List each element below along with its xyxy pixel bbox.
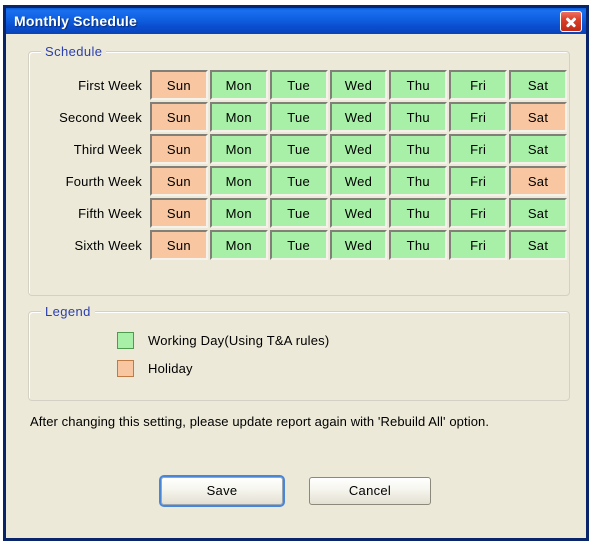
day-cell-wed-week-3[interactable]: Wed bbox=[329, 134, 388, 164]
table-row: Fourth Week Sun Mon Tue Wed Thu Fri Sat bbox=[31, 166, 567, 196]
cancel-button[interactable]: Cancel bbox=[309, 477, 431, 505]
day-cell-sat-week-5[interactable]: Sat bbox=[509, 198, 567, 228]
day-cell-wed-week-4[interactable]: Wed bbox=[329, 166, 388, 196]
day-cell-wed-week-2[interactable]: Wed bbox=[329, 102, 388, 132]
day-cell-thu-week-1[interactable]: Thu bbox=[389, 70, 448, 100]
legend-group-label: Legend bbox=[41, 304, 95, 319]
week-label: First Week bbox=[78, 77, 142, 93]
save-button[interactable]: Save bbox=[159, 475, 285, 507]
day-cell-wed-week-5[interactable]: Wed bbox=[329, 198, 388, 228]
close-icon[interactable] bbox=[560, 10, 582, 32]
schedule-grid: First Week Sun Mon Tue Wed Thu Fri Sat Second We… bbox=[29, 68, 569, 262]
legend-label-working-day: Working Day(Using T&A rules) bbox=[148, 333, 330, 348]
day-cell-thu-week-2[interactable]: Thu bbox=[389, 102, 448, 132]
day-cell-mon-week-6[interactable]: Mon bbox=[209, 230, 268, 260]
day-cell-thu-week-3[interactable]: Thu bbox=[389, 134, 448, 164]
day-cell-sun-week-2[interactable]: Sun bbox=[150, 102, 208, 132]
day-cell-thu-week-4[interactable]: Thu bbox=[389, 166, 448, 196]
table-row: First Week Sun Mon Tue Wed Thu Fri Sat bbox=[31, 70, 567, 100]
day-cell-fri-week-6[interactable]: Fri bbox=[449, 230, 508, 260]
day-cell-sun-week-5[interactable]: Sun bbox=[150, 198, 208, 228]
day-cell-sun-week-1[interactable]: Sun bbox=[150, 70, 208, 100]
day-cell-tue-week-3[interactable]: Tue bbox=[269, 134, 328, 164]
dialog-title: Monthly Schedule bbox=[14, 13, 137, 29]
day-cell-fri-week-2[interactable]: Fri bbox=[449, 102, 508, 132]
week-label: Fifth Week bbox=[78, 205, 142, 221]
day-cell-fri-week-4[interactable]: Fri bbox=[449, 166, 508, 196]
schedule-groupbox: Schedule First Week Sun Mon Tue Wed Thu Fri Sat… bbox=[28, 44, 570, 296]
day-cell-tue-week-2[interactable]: Tue bbox=[269, 102, 328, 132]
day-cell-tue-week-4[interactable]: Tue bbox=[269, 166, 328, 196]
legend-swatch-working-day bbox=[117, 332, 134, 349]
day-cell-tue-week-1[interactable]: Tue bbox=[269, 70, 328, 100]
day-cell-sat-week-4[interactable]: Sat bbox=[509, 166, 567, 196]
day-cell-fri-week-3[interactable]: Fri bbox=[449, 134, 508, 164]
rebuild-note: After changing this setting, please upda… bbox=[30, 414, 490, 429]
day-cell-mon-week-5[interactable]: Mon bbox=[209, 198, 268, 228]
week-label: Sixth Week bbox=[74, 237, 142, 253]
week-label: Second Week bbox=[59, 109, 142, 125]
day-cell-sun-week-4[interactable]: Sun bbox=[150, 166, 208, 196]
day-cell-mon-week-4[interactable]: Mon bbox=[209, 166, 268, 196]
day-cell-mon-week-3[interactable]: Mon bbox=[209, 134, 268, 164]
table-row: Second Week Sun Mon Tue Wed Thu Fri Sat bbox=[31, 102, 567, 132]
schedule-group-label: Schedule bbox=[41, 44, 107, 59]
dialog-button-bar: Save Cancel bbox=[6, 475, 586, 507]
day-cell-thu-week-5[interactable]: Thu bbox=[389, 198, 448, 228]
legend-swatch-holiday bbox=[117, 360, 134, 377]
dialog-titlebar[interactable]: Monthly Schedule bbox=[6, 5, 586, 34]
day-cell-fri-week-1[interactable]: Fri bbox=[449, 70, 508, 100]
day-cell-sun-week-3[interactable]: Sun bbox=[150, 134, 208, 164]
legend-item-working-day: Working Day(Using T&A rules) bbox=[117, 332, 329, 349]
day-cell-sat-week-1[interactable]: Sat bbox=[509, 70, 567, 100]
monthly-schedule-dialog: Monthly Schedule Schedule First Week Sun M… bbox=[3, 5, 589, 541]
day-cell-mon-week-2[interactable]: Mon bbox=[209, 102, 268, 132]
legend-item-holiday: Holiday bbox=[117, 360, 193, 377]
table-row: Third Week Sun Mon Tue Wed Thu Fri Sat bbox=[31, 134, 567, 164]
day-cell-fri-week-5[interactable]: Fri bbox=[449, 198, 508, 228]
day-cell-wed-week-1[interactable]: Wed bbox=[329, 70, 388, 100]
day-cell-sat-week-2[interactable]: Sat bbox=[509, 102, 567, 132]
day-cell-tue-week-6[interactable]: Tue bbox=[269, 230, 328, 260]
legend-label-holiday: Holiday bbox=[148, 361, 193, 376]
week-label: Fourth Week bbox=[65, 173, 142, 189]
table-row: Fifth Week Sun Mon Tue Wed Thu Fri Sat bbox=[31, 198, 567, 228]
dialog-client-area: Schedule First Week Sun Mon Tue Wed Thu Fri Sat… bbox=[6, 34, 586, 538]
day-cell-wed-week-6[interactable]: Wed bbox=[329, 230, 388, 260]
day-cell-sat-week-3[interactable]: Sat bbox=[509, 134, 567, 164]
day-cell-tue-week-5[interactable]: Tue bbox=[269, 198, 328, 228]
day-cell-sun-week-6[interactable]: Sun bbox=[150, 230, 208, 260]
table-row: Sixth Week Sun Mon Tue Wed Thu Fri Sat bbox=[31, 230, 567, 260]
day-cell-mon-week-1[interactable]: Mon bbox=[209, 70, 268, 100]
week-label: Third Week bbox=[73, 141, 142, 157]
day-cell-sat-week-6[interactable]: Sat bbox=[509, 230, 567, 260]
legend-groupbox: Legend Working Day(Using T&A rules) Holi… bbox=[28, 304, 570, 401]
day-cell-thu-week-6[interactable]: Thu bbox=[389, 230, 448, 260]
